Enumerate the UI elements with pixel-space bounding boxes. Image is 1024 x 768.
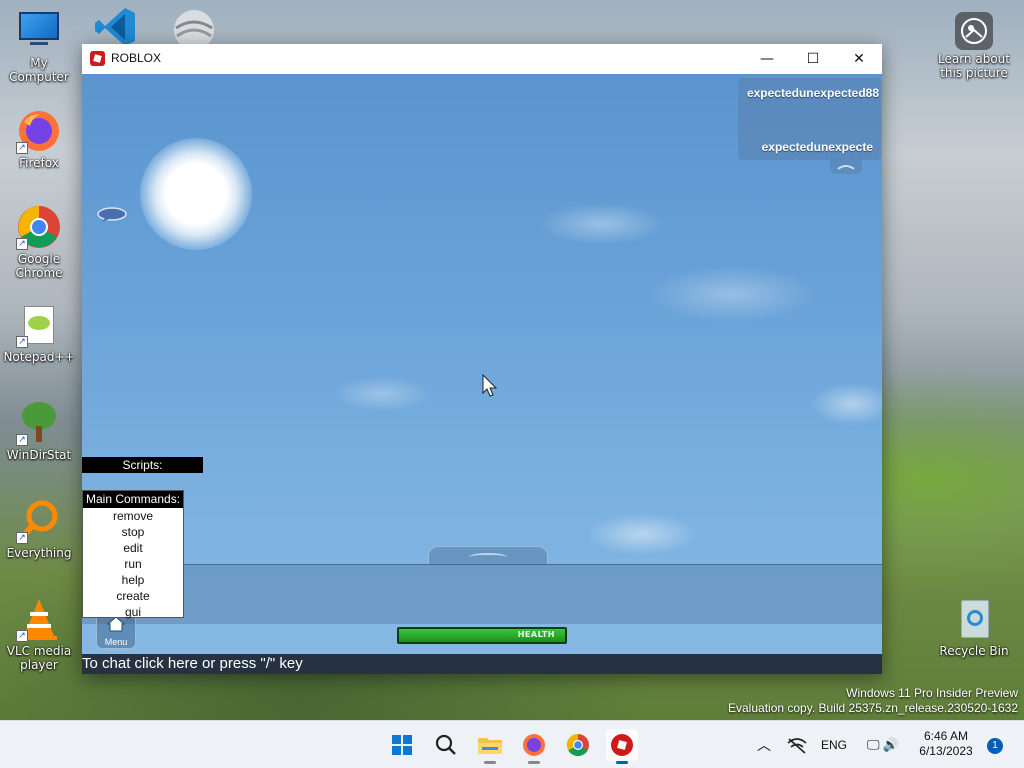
- notification-badge: 1: [987, 737, 1003, 754]
- command-run[interactable]: run: [83, 556, 183, 572]
- desktop-icon-label: Recycle Bin: [939, 644, 1009, 658]
- clock-date: 6/13/2023: [919, 744, 973, 758]
- notepadpp-icon: ↗: [16, 302, 62, 348]
- no-internet-icon: [787, 738, 807, 754]
- learn-about-picture[interactable]: Learn about this picture: [936, 12, 1012, 80]
- windirstat-icon: ↗: [16, 400, 62, 446]
- taskbar-file-explorer[interactable]: [474, 729, 506, 764]
- shortcut-arrow-icon: ↗: [16, 336, 28, 348]
- learn-about-icon: [955, 12, 993, 50]
- chrome-icon: [567, 734, 589, 756]
- taskbar: ︿ ENG 🖵 🔊 6:46 AM 6/13/2023 1: [0, 720, 1024, 768]
- shortcut-arrow-icon: ↗: [16, 532, 28, 544]
- watermark-edition: Windows 11 Pro Insider Preview: [846, 686, 1018, 700]
- desktop-icon-label: Everything: [6, 546, 72, 560]
- roblox-icon: [611, 734, 633, 756]
- command-gui[interactable]: gui: [83, 604, 183, 620]
- learn-about-label: Learn about this picture: [938, 52, 1010, 80]
- maximize-icon: ☐: [806, 51, 820, 67]
- ethernet-icon: 🖵: [866, 737, 880, 752]
- network-status-button[interactable]: [784, 721, 810, 768]
- player-list-entry[interactable]: expectedunexpecte: [762, 140, 873, 154]
- desktop-icon-everything[interactable]: ↗ Everything: [1, 498, 77, 560]
- minimize-icon: —: [760, 51, 774, 67]
- player-list: expectedunexpected88 expectedunexpecte: [738, 78, 881, 160]
- desktop-icon-label: WinDirStat: [6, 448, 72, 462]
- recycle-bin-icon: [951, 596, 997, 642]
- clock-time: 6:46 AM: [923, 729, 969, 743]
- taskbar-firefox[interactable]: [518, 729, 550, 764]
- active-indicator: [616, 761, 628, 764]
- health-bar: HEALTH: [397, 627, 567, 644]
- windows-watermark: Windows 11 Pro Insider Preview Evaluatio…: [728, 686, 1018, 716]
- command-remove[interactable]: remove: [83, 508, 183, 524]
- desktop-icon-label: Firefox: [19, 156, 59, 170]
- desktop-icon-recycle-bin[interactable]: Recycle Bin: [936, 596, 1012, 658]
- search-icon: [435, 734, 456, 755]
- desktop-icon-chrome[interactable]: ↗ Google Chrome: [1, 204, 77, 280]
- volume-icon: 🔊: [882, 737, 900, 752]
- minimize-button[interactable]: —: [744, 44, 790, 74]
- close-icon: ✕: [853, 51, 865, 67]
- desktop-icon-label: My Computer: [9, 56, 69, 84]
- window-titlebar[interactable]: ROBLOX — ☐ ✕: [82, 44, 882, 74]
- toolbar-band: [82, 564, 882, 624]
- desktop-icon-label: VLC media player: [6, 644, 72, 672]
- menu-label: Menu: [104, 637, 128, 647]
- roblox-window: ROBLOX — ☐ ✕ expectedunexpected88 expect…: [82, 44, 882, 674]
- player-list-toggle[interactable]: [830, 160, 862, 174]
- show-hidden-icons-button[interactable]: ︿: [752, 721, 776, 768]
- file-explorer-icon: [478, 738, 502, 754]
- language-indicator[interactable]: ENG: [816, 721, 852, 768]
- game-viewport[interactable]: expectedunexpected88 expectedunexpecte S…: [82, 74, 882, 654]
- running-indicator: [484, 761, 496, 764]
- shortcut-arrow-icon: ↗: [16, 238, 28, 250]
- quick-settings-button[interactable]: 🖵 🔊: [860, 721, 906, 768]
- backpack-expand-tab[interactable]: [428, 546, 548, 564]
- clock[interactable]: 6:46 AM 6/13/2023: [912, 721, 980, 768]
- sun: [140, 138, 252, 250]
- shortcut-arrow-icon: ↗: [16, 630, 28, 642]
- desktop-icon-vlc[interactable]: ↗ VLC media player: [1, 596, 77, 672]
- taskbar-search-button[interactable]: [430, 729, 462, 761]
- taskbar-chrome[interactable]: [562, 729, 594, 761]
- desktop-icon-notepadpp[interactable]: ↗ Notepad++: [1, 302, 77, 364]
- close-button[interactable]: ✕: [836, 44, 882, 74]
- start-button[interactable]: [386, 729, 418, 761]
- desktop-icon-label: Notepad++: [3, 350, 75, 364]
- maximize-button[interactable]: ☐: [790, 44, 836, 74]
- firefox-icon: [523, 734, 545, 756]
- watermark-build: Evaluation copy. Build 25375.zn_release.…: [728, 701, 1018, 715]
- desktop-icon-windirstat[interactable]: ↗ WinDirStat: [1, 400, 77, 462]
- everything-search-icon: ↗: [16, 498, 62, 544]
- chat-input-bar[interactable]: To chat click here or press "/" key: [82, 654, 882, 674]
- chevron-up-icon: ︿: [757, 737, 771, 753]
- scripts-label: Scripts:: [82, 457, 203, 473]
- firefox-icon: ↗: [16, 108, 62, 154]
- chrome-icon: ↗: [16, 204, 62, 250]
- desktop-icon-firefox[interactable]: ↗ Firefox: [1, 108, 77, 170]
- window-title: ROBLOX: [111, 51, 162, 65]
- player-list-title: expectedunexpected88: [746, 86, 879, 100]
- mouse-cursor-icon: [482, 373, 498, 398]
- command-help[interactable]: help: [83, 572, 183, 588]
- command-create[interactable]: create: [83, 588, 183, 604]
- monitor-icon: [16, 8, 62, 54]
- shortcut-arrow-icon: ↗: [16, 434, 28, 446]
- command-stop[interactable]: stop: [83, 524, 183, 540]
- start-icon: [392, 735, 412, 755]
- main-commands-header: Main Commands:: [83, 491, 183, 508]
- running-indicator: [528, 761, 540, 764]
- roblox-logo-icon: [90, 51, 105, 66]
- chat-bubble-icon[interactable]: [97, 206, 127, 223]
- health-label: HEALTH: [517, 630, 555, 639]
- desktop-icon-label: Google Chrome: [15, 252, 63, 280]
- vlc-icon: ↗: [16, 596, 62, 642]
- notification-center-button[interactable]: 1: [986, 721, 1004, 768]
- main-commands-panel: Main Commands: remove stop edit run help…: [82, 490, 184, 620]
- command-edit[interactable]: edit: [83, 540, 183, 556]
- desktop-icon-my-computer[interactable]: My Computer: [1, 8, 77, 84]
- shortcut-arrow-icon: ↗: [16, 142, 28, 154]
- taskbar-roblox[interactable]: [606, 729, 638, 764]
